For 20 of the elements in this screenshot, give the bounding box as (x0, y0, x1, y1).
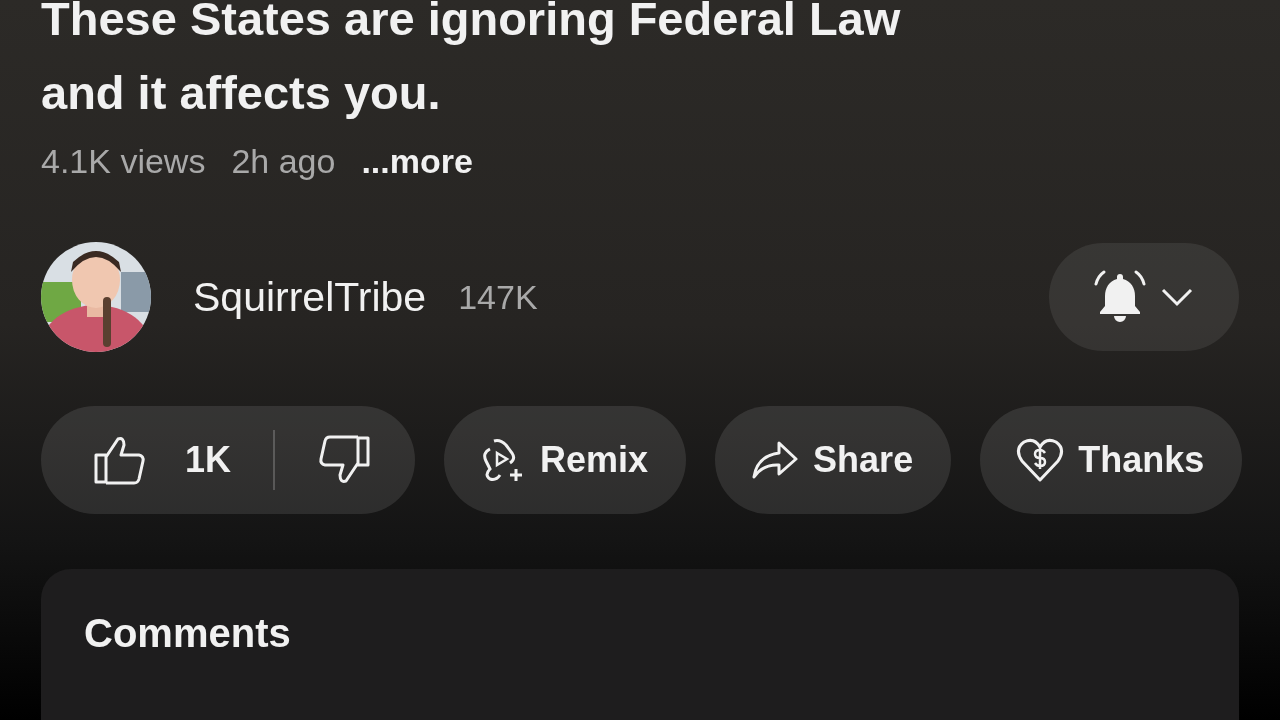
thanks-button[interactable]: Thanks (980, 406, 1243, 514)
subscriber-count: 147K (458, 277, 538, 317)
channel-name[interactable]: SquirrelTribe (193, 273, 427, 321)
comments-heading: Comments (84, 611, 291, 656)
remix-button[interactable]: Remix (444, 406, 687, 514)
thumbs-up-icon (93, 435, 147, 485)
like-button[interactable]: 1K (93, 435, 232, 485)
upload-age: 2h ago (231, 142, 336, 181)
video-title-line: These States are ignoring Federal Law (41, 0, 901, 47)
view-count: 4.1K views (41, 142, 206, 181)
bell-icon (1094, 270, 1146, 324)
more-link[interactable]: ...more (361, 142, 473, 181)
comments-panel[interactable]: Comments (41, 569, 1239, 720)
video-title-line: and it affects you. (41, 65, 441, 121)
share-icon (751, 440, 800, 480)
thumbs-down-icon (317, 435, 372, 485)
heart-dollar-icon (1016, 437, 1065, 483)
chevron-down-icon (1160, 287, 1194, 307)
share-button[interactable]: Share (715, 406, 952, 514)
dislike-button[interactable] (317, 435, 372, 485)
